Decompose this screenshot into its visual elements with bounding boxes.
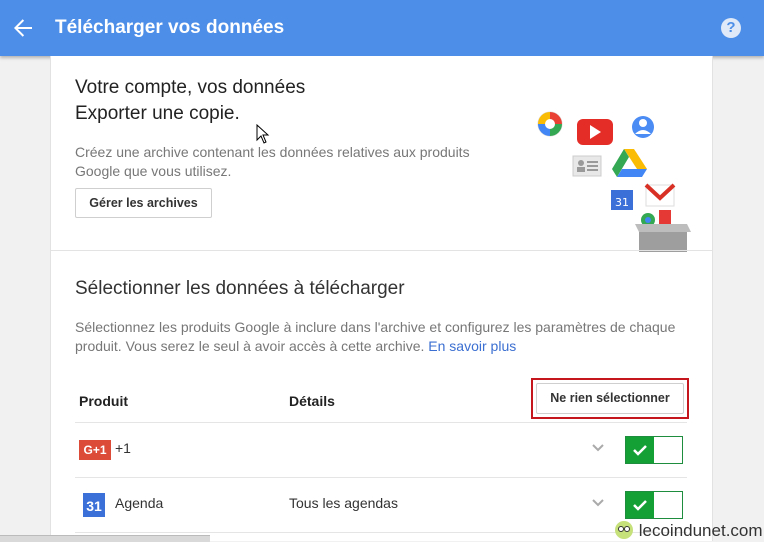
column-header-details: Détails (289, 393, 335, 409)
export-description-line2: Google que vous utilisez. (75, 163, 232, 179)
svg-text:31: 31 (615, 196, 629, 209)
arrow-back-icon[interactable] (10, 16, 36, 40)
calendar-icon: 31 (83, 493, 105, 517)
product-row-plus-one: G+1 +1 (75, 423, 687, 477)
help-icon[interactable]: ? (721, 18, 741, 38)
select-data-description-line2: produit. Vous serez le seul à avoir accè… (75, 338, 425, 354)
product-name: +1 (115, 440, 131, 456)
include-toggle[interactable] (625, 491, 683, 519)
google-products-illustration-icon: 31 (537, 111, 691, 252)
google-plus-one-icon: G+1 (79, 440, 111, 460)
contacts-icon (572, 155, 602, 177)
manage-archives-button[interactable]: Gérer les archives (75, 188, 212, 218)
owl-logo-icon (615, 521, 633, 539)
photos-icon (537, 111, 563, 137)
page-title: Télécharger vos données (55, 17, 285, 38)
export-heading-line2: Exporter une copie. (75, 103, 240, 124)
watermark-text: lecoindunet.com (638, 521, 763, 540)
main-card: Votre compte, vos données Exporter une c… (50, 56, 713, 541)
profile-icon (632, 116, 654, 138)
deselect-all-button[interactable]: Ne rien sélectionner (536, 383, 684, 414)
column-header-product: Produit (79, 393, 128, 409)
row-divider (75, 532, 687, 533)
product-row-agenda: 31 Agenda Tous les agendas (75, 478, 687, 532)
include-toggle[interactable] (625, 436, 683, 464)
check-icon (633, 500, 647, 511)
toggle-on-state (626, 437, 654, 463)
mouse-cursor-icon (256, 124, 270, 144)
select-data-heading: Sélectionner les données à télécharger (75, 278, 405, 299)
check-icon (633, 445, 647, 456)
product-details: Tous les agendas (289, 495, 398, 511)
gmail-icon (644, 183, 676, 207)
app-bar: Télécharger vos données ? (0, 0, 764, 56)
youtube-icon (577, 119, 613, 145)
drive-icon (612, 149, 647, 177)
section-divider (51, 250, 712, 251)
select-data-description-line1: Sélectionnez les produits Google à inclu… (75, 319, 676, 335)
watermark: lecoindunet.com (614, 520, 763, 542)
chevron-down-icon[interactable] (591, 442, 605, 454)
select-data-description: Sélectionnez les produits Google à inclu… (75, 318, 695, 356)
toggle-on-state (626, 492, 654, 518)
learn-more-link[interactable]: En savoir plus (428, 338, 516, 354)
calendar-icon: 31 (611, 190, 633, 210)
chevron-down-icon[interactable] (591, 497, 605, 509)
export-heading-line1: Votre compte, vos données (75, 77, 306, 98)
export-description-line1: Créez une archive contenant les données … (75, 144, 470, 160)
product-name: Agenda (115, 495, 164, 511)
